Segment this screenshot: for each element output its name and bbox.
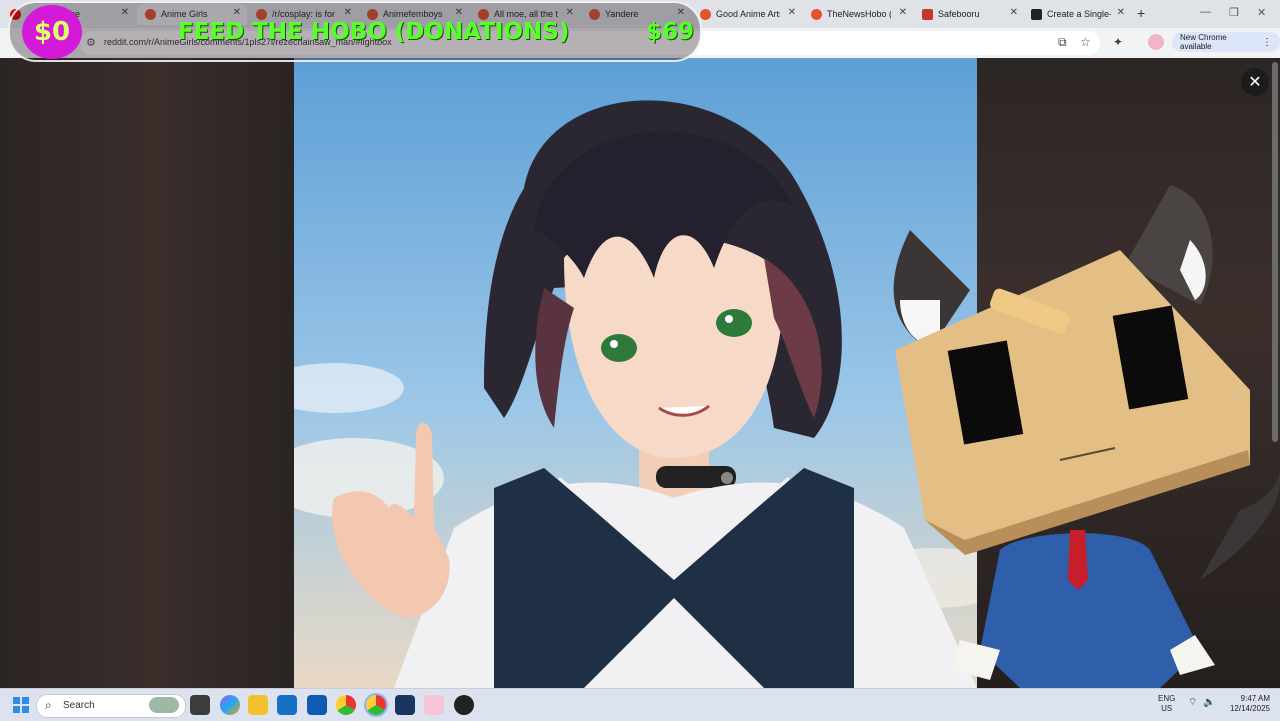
- restore-icon[interactable]: ❐: [1229, 6, 1239, 19]
- tab-title: Good Anime Arts: [716, 9, 780, 19]
- close-icon[interactable]: ✕: [788, 7, 796, 18]
- box-head-avatar-illustration: [893, 185, 1280, 688]
- close-icon[interactable]: ✕: [1010, 7, 1018, 18]
- close-icon[interactable]: ✕: [899, 7, 907, 18]
- close-icon[interactable]: ✕: [1117, 7, 1125, 18]
- tab-thenewshobo[interactable]: TheNewsHobo (u ✕: [803, 3, 913, 25]
- steam-icon[interactable]: [395, 695, 415, 715]
- wifi-icon[interactable]: ⌔: [1188, 698, 1197, 708]
- language-indicator[interactable]: ENG US: [1158, 694, 1175, 714]
- tab-title: TheNewsHobo (u: [827, 9, 891, 19]
- vtuber-app-icon[interactable]: [424, 695, 444, 715]
- region-code: US: [1161, 704, 1173, 713]
- tab-create-single[interactable]: Create a Single-U ✕: [1025, 3, 1131, 25]
- lightbox-close-button[interactable]: ✕: [1241, 68, 1269, 96]
- windows-start-icon[interactable]: [13, 697, 29, 713]
- close-window-icon[interactable]: ✕: [1257, 6, 1266, 19]
- taskbar-search-box[interactable]: ⌕ Search: [36, 694, 186, 718]
- store-icon[interactable]: [277, 695, 297, 715]
- tab-good-anime-arts[interactable]: Good Anime Arts ✕: [692, 3, 802, 25]
- outlook-icon[interactable]: [307, 695, 327, 715]
- clock-time: 9:47 AM: [1240, 694, 1270, 703]
- tab-title: Safebooru: [938, 9, 980, 19]
- minimize-icon[interactable]: —: [1200, 6, 1211, 18]
- clock-date: 12/14/2025: [1229, 704, 1270, 713]
- tab-title: Create a Single-U: [1047, 9, 1111, 19]
- file-explorer-icon[interactable]: [248, 695, 268, 715]
- donation-banner-text: FEED THE HOBO (DONATIONS): [178, 19, 570, 45]
- more-menu-icon: ⋮: [1262, 36, 1272, 48]
- install-app-icon[interactable]: ⧉: [1058, 35, 1067, 50]
- new-chrome-available-button[interactable]: New Chrome available ⋮: [1172, 32, 1280, 52]
- close-icon: ✕: [1248, 74, 1262, 91]
- extensions-icon[interactable]: ✦: [1113, 35, 1123, 49]
- new-chrome-label: New Chrome available: [1180, 33, 1227, 51]
- vtuber-avatar: [870, 180, 1280, 688]
- reddit-icon: [811, 8, 822, 20]
- search-placeholder: Search: [63, 700, 95, 711]
- profile-avatar[interactable]: [1148, 34, 1164, 50]
- windows-taskbar: ⌕ Search ENG US ⌔ 🔈 9:47 AM 12/14/2025: [0, 688, 1280, 721]
- clock[interactable]: 9:47 AM 12/14/2025: [1222, 694, 1270, 714]
- chrome-icon[interactable]: [336, 695, 356, 715]
- safebooru-icon: [922, 8, 933, 20]
- donation-goal-amount: $69: [646, 19, 695, 45]
- tab-safebooru[interactable]: Safebooru ✕: [914, 3, 1024, 25]
- task-view-icon[interactable]: [190, 695, 210, 715]
- search-highlight-image: [149, 697, 179, 713]
- language-code: ENG: [1158, 694, 1176, 703]
- obs-icon[interactable]: [454, 695, 474, 715]
- plus-icon[interactable]: +: [1137, 5, 1145, 21]
- copilot-icon[interactable]: [220, 695, 240, 715]
- donation-goal-banner: $0 FEED THE HOBO (DONATIONS) $69: [8, 1, 702, 62]
- reddit-icon: [700, 8, 711, 20]
- document-icon: [1031, 8, 1042, 20]
- volume-icon[interactable]: 🔈: [1203, 698, 1215, 708]
- search-icon: ⌕: [45, 698, 52, 712]
- bookmark-star-icon[interactable]: ☆: [1080, 35, 1091, 49]
- chrome-active-icon[interactable]: [364, 693, 388, 717]
- current-donation-amount: $0: [22, 5, 82, 59]
